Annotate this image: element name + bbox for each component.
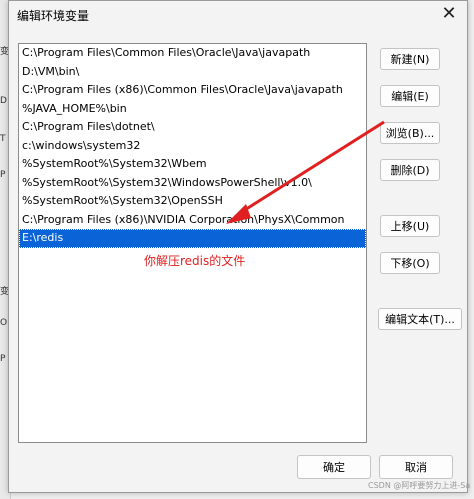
annotation-text: 你解压redis的文件	[144, 254, 246, 268]
browse-button[interactable]: 浏览(B)...	[380, 122, 440, 144]
close-icon[interactable]: ✕	[437, 3, 461, 25]
path-list-item[interactable]: C:\Program Files (x86)\NVIDIA Corporatio…	[19, 211, 366, 230]
new-button[interactable]: 新建(N)	[380, 48, 440, 70]
ok-button[interactable]: 确定	[297, 455, 371, 479]
move-down-button[interactable]: 下移(O)	[380, 252, 440, 274]
delete-button[interactable]: 删除(D)	[380, 159, 440, 181]
path-list-item[interactable]: %SystemRoot%\System32\OpenSSH	[19, 192, 366, 211]
path-list-item[interactable]: %SystemRoot%\System32\WindowsPowerShell\…	[19, 174, 366, 193]
path-list-item-selected[interactable]: E:\redis	[19, 229, 366, 248]
path-list-item[interactable]: C:\Program Files\dotnet\	[19, 118, 366, 137]
dialog-title: 编辑环境变量	[17, 9, 90, 23]
path-list-item[interactable]: C:\Program Files (x86)\Common Files\Orac…	[19, 81, 366, 100]
path-list[interactable]: C:\Program Files\Common Files\Oracle\Jav…	[18, 43, 367, 443]
path-list-item[interactable]: D:\VM\bin\	[19, 63, 366, 82]
move-up-button[interactable]: 上移(U)	[380, 215, 440, 237]
edit-button[interactable]: 编辑(E)	[380, 85, 440, 107]
path-list-item[interactable]: %SystemRoot%\System32\Wbem	[19, 155, 366, 174]
title-bar: 编辑环境变量 ✕	[9, 1, 467, 29]
path-list-item[interactable]: C:\Program Files\Common Files\Oracle\Jav…	[19, 44, 366, 63]
path-list-item[interactable]: c:\windows\system32	[19, 137, 366, 156]
cancel-button[interactable]: 取消	[379, 455, 453, 479]
path-list-item[interactable]: %JAVA_HOME%\bin	[19, 100, 366, 119]
watermark: CSDN @阿呼要努力上进-Sa	[368, 481, 471, 490]
edit-text-button[interactable]: 编辑文本(T)...	[378, 308, 462, 330]
